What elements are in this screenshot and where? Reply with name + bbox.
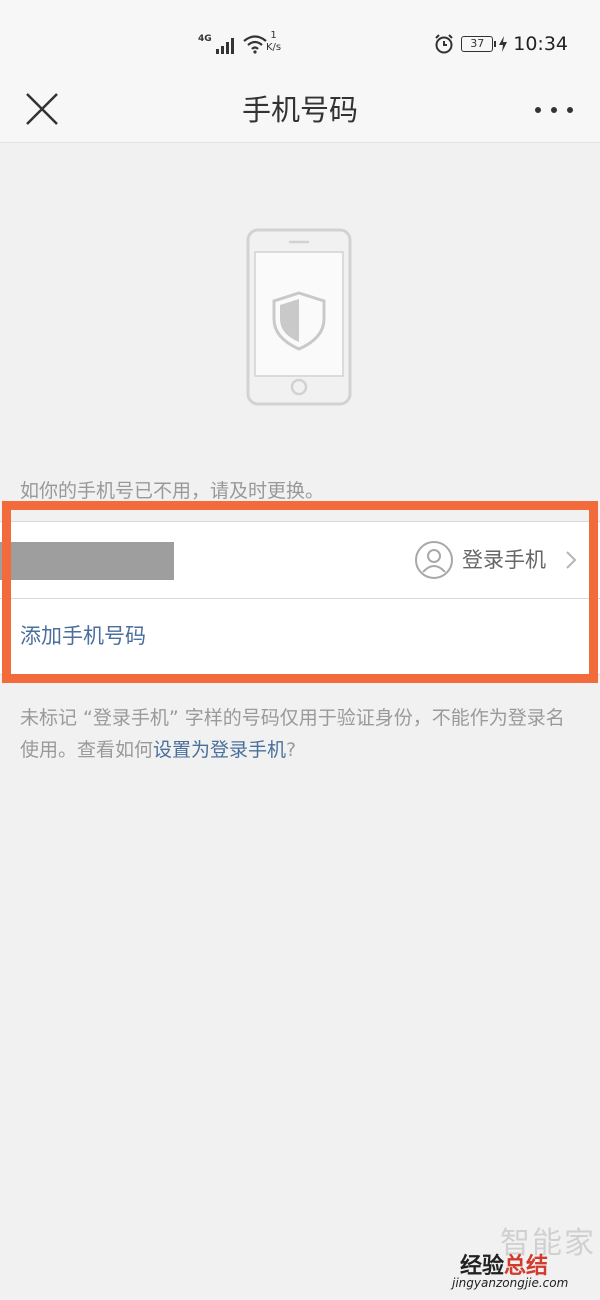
more-icon	[535, 107, 573, 113]
speed-unit: K/s	[266, 42, 282, 53]
note-suffix: ?	[286, 739, 297, 761]
page-title: 手机号码	[241, 93, 358, 127]
note-text: 未标记 “登录手机” 字样的号码仅用于验证身份，不能作为登录名使用。查看如何设置…	[20, 702, 580, 766]
watermark-url: jingyanzongjie.com	[452, 1276, 569, 1290]
wifi-icon	[242, 35, 267, 54]
signal-icon	[215, 38, 234, 54]
login-phone-label: 登录手机	[462, 548, 546, 572]
user-icon	[415, 541, 453, 579]
clock: 10:34	[513, 33, 568, 55]
hint-text: 如你的手机号已不用，请及时更换。	[20, 480, 325, 502]
battery-level: 37	[470, 37, 485, 50]
battery-icon: 37	[461, 36, 497, 52]
add-phone-row[interactable]: 添加手机号码	[0, 599, 600, 674]
speed-value: 1	[270, 30, 277, 41]
set-login-phone-link[interactable]: 设置为登录手机	[153, 739, 286, 761]
status-right: 37 10:34	[433, 33, 568, 55]
phone-row[interactable]: 登录手机	[0, 522, 600, 599]
title-bar: 手机号码	[0, 80, 600, 143]
network-speed: 1 K/s	[266, 30, 281, 54]
alarm-icon	[435, 34, 453, 54]
network-indicator: 4G	[198, 34, 268, 54]
add-phone-link[interactable]: 添加手机号码	[20, 621, 146, 651]
phone-list: 登录手机 添加手机号码	[0, 521, 600, 675]
redacted-phone-number	[0, 542, 174, 580]
network-type: 4G	[198, 34, 212, 44]
charging-icon	[499, 36, 508, 52]
login-phone-tag: 登录手机	[414, 540, 578, 580]
status-bar: 4G 1 K/s 37 10:34	[0, 0, 600, 80]
hero-illustration	[246, 228, 352, 410]
chevron-right-icon	[566, 551, 577, 569]
phone-shield-icon	[246, 228, 352, 406]
more-button[interactable]	[530, 100, 578, 120]
